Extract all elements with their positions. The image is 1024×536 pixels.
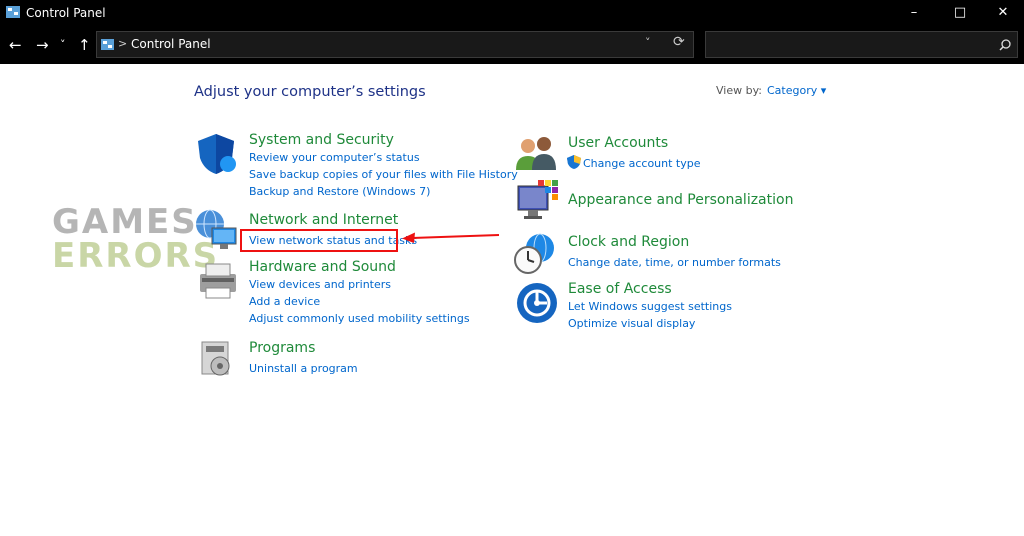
mobility-settings-link[interactable]: Adjust commonly used mobility settings — [249, 312, 470, 325]
clock-region-title[interactable]: Clock and Region — [568, 234, 689, 250]
red-arrow-icon — [402, 232, 500, 243]
title-bar: Control Panel – □ ✕ — [0, 0, 1024, 26]
search-input[interactable] — [705, 31, 1018, 58]
network-internet-title[interactable]: Network and Internet — [249, 212, 398, 228]
minimize-button[interactable]: – — [891, 0, 937, 26]
system-security-title[interactable]: System and Security — [249, 132, 394, 148]
back-button[interactable]: ← — [9, 36, 22, 54]
programs-icon — [201, 341, 230, 376]
uninstall-program-link[interactable]: Uninstall a program — [249, 362, 358, 375]
clock-globe-icon — [514, 233, 554, 274]
review-status-link[interactable]: Review your computer’s status — [249, 151, 420, 164]
refresh-icon[interactable]: ⟳ — [673, 34, 685, 50]
change-date-time-link[interactable]: Change date, time, or number formats — [568, 256, 781, 269]
user-accounts-title[interactable]: User Accounts — [568, 135, 668, 151]
uac-shield-icon — [567, 155, 581, 169]
search-icon[interactable] — [999, 39, 1011, 51]
change-account-type-link[interactable]: Change account type — [583, 157, 701, 170]
highlight-box — [240, 229, 398, 252]
recent-locations-button[interactable]: ˅ — [60, 36, 66, 54]
shield-icon — [198, 134, 236, 174]
forward-button[interactable]: → — [36, 36, 49, 54]
ease-of-access-title[interactable]: Ease of Access — [568, 281, 672, 297]
breadcrumb-chevron-icon[interactable]: > — [118, 37, 127, 50]
network-globe-icon — [196, 209, 237, 249]
file-history-link[interactable]: Save backup copies of your files with Fi… — [249, 168, 518, 181]
maximize-button[interactable]: □ — [937, 0, 983, 26]
appearance-title[interactable]: Appearance and Personalization — [568, 192, 793, 208]
up-button[interactable]: ↑ — [78, 36, 91, 54]
backup-restore-link[interactable]: Backup and Restore (Windows 7) — [249, 185, 430, 198]
hardware-sound-title[interactable]: Hardware and Sound — [249, 259, 396, 275]
close-button[interactable]: ✕ — [980, 0, 1024, 26]
address-bar[interactable]: > Control Panel ˅ ⟳ — [96, 31, 694, 58]
windows-suggest-settings-link[interactable]: Let Windows suggest settings — [568, 300, 732, 313]
window-title: Control Panel — [26, 6, 106, 20]
optimize-visual-display-link[interactable]: Optimize visual display — [568, 317, 695, 330]
printer-icon — [200, 263, 236, 299]
control-panel-icon — [101, 39, 114, 50]
ease-of-access-icon — [517, 283, 557, 323]
users-icon — [516, 137, 556, 170]
appearance-monitor-icon — [517, 180, 558, 219]
programs-title[interactable]: Programs — [249, 340, 315, 356]
control-panel-icon — [6, 6, 20, 18]
breadcrumb-control-panel[interactable]: Control Panel — [131, 37, 211, 51]
view-by-label: View by: — [716, 84, 762, 97]
address-dropdown-icon[interactable]: ˅ — [645, 36, 651, 49]
page-title: Adjust your computer’s settings — [194, 84, 426, 100]
devices-printers-link[interactable]: View devices and printers — [249, 278, 391, 291]
view-by-dropdown[interactable]: Category ▾ — [767, 84, 826, 97]
add-device-link[interactable]: Add a device — [249, 295, 320, 308]
